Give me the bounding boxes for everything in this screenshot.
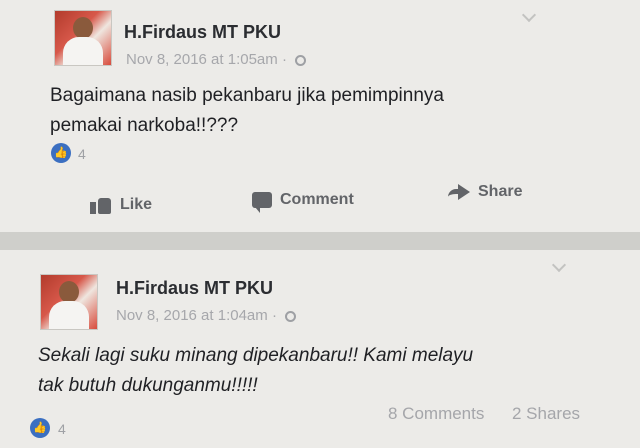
- globe-icon: [295, 54, 307, 66]
- timestamp[interactable]: Nov 8, 2016 at 1:04am: [116, 307, 268, 324]
- comments-count[interactable]: 8 Comments: [388, 404, 484, 424]
- avatar-shirt: [63, 37, 103, 65]
- avatar[interactable]: [40, 274, 98, 330]
- thumbs-up-icon: 👍: [30, 418, 50, 438]
- share-arrow-icon: [448, 184, 470, 200]
- shares-count[interactable]: 2 Shares: [512, 404, 580, 424]
- post-text-line: tak butuh dukunganmu!!!!!: [38, 375, 258, 396]
- timestamp[interactable]: Nov 8, 2016 at 1:05am: [126, 51, 278, 68]
- share-label: Share: [478, 183, 523, 200]
- speech-bubble-icon: [252, 192, 272, 213]
- post-text-line: Sekali lagi suku minang dipekanbaru!! Ka…: [38, 345, 474, 366]
- comment-label: Comment: [280, 191, 354, 208]
- post-meta: Nov 8, 2016 at 1:04am ·: [116, 307, 297, 324]
- like-button[interactable]: Like: [90, 196, 152, 214]
- like-label: Like: [120, 196, 153, 213]
- share-button[interactable]: Share: [448, 183, 522, 201]
- chevron-down-icon[interactable]: [521, 7, 537, 23]
- author-name[interactable]: H.Firdaus MT PKU: [124, 22, 281, 43]
- feed-divider: [0, 232, 640, 250]
- post-text-line: Bagaimana nasib pekanbaru jika pemimpinn…: [50, 85, 444, 106]
- comment-button[interactable]: Comment: [252, 191, 354, 213]
- meta-separator: ·: [271, 307, 277, 324]
- avatar-face: [73, 17, 93, 39]
- thumbs-up-icon: 👍: [51, 143, 71, 163]
- like-count[interactable]: 4: [78, 146, 86, 162]
- post-card: H.Firdaus MT PKU Nov 8, 2016 at 1:04am ·…: [0, 250, 640, 448]
- chevron-down-icon[interactable]: [551, 257, 567, 273]
- avatar[interactable]: [54, 10, 112, 66]
- thumbs-up-icon: [90, 196, 112, 214]
- avatar-shirt: [49, 301, 89, 329]
- post-text-line: pemakai narkoba!!???: [50, 115, 239, 136]
- meta-separator: ·: [281, 51, 287, 68]
- like-count[interactable]: 4: [58, 421, 66, 437]
- avatar-face: [59, 281, 79, 303]
- author-name[interactable]: H.Firdaus MT PKU: [116, 278, 273, 299]
- post-card: H.Firdaus MT PKU Nov 8, 2016 at 1:05am ·…: [0, 0, 640, 232]
- post-meta: Nov 8, 2016 at 1:05am ·: [126, 51, 307, 68]
- globe-icon: [285, 310, 297, 322]
